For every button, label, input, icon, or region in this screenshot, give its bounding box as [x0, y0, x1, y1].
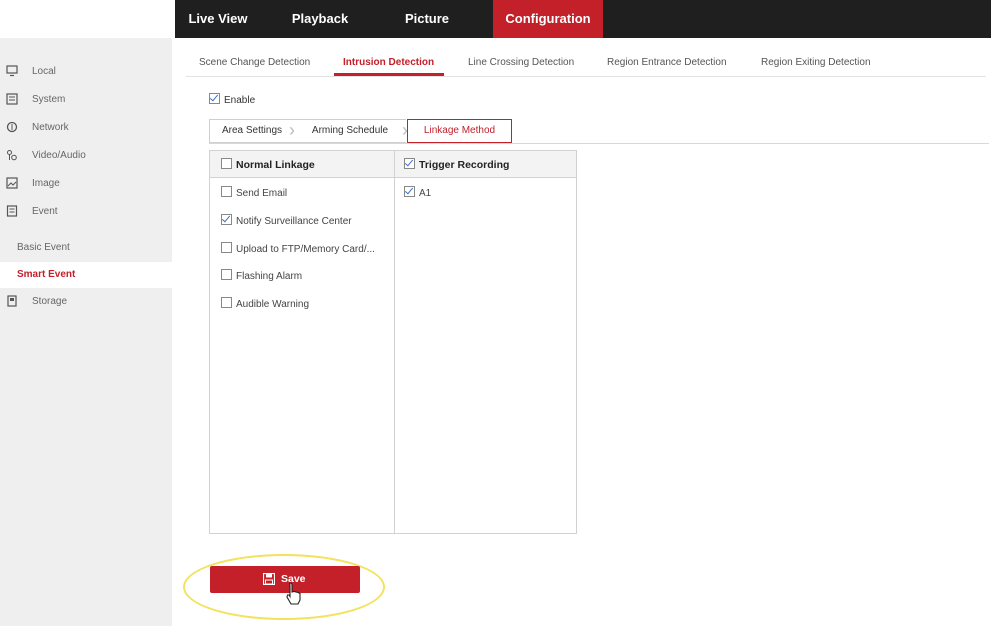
- tab-configuration[interactable]: Configuration: [493, 0, 603, 38]
- sidebar-item-storage[interactable]: Storage: [0, 289, 172, 315]
- upload-ftp-checkbox[interactable]: [221, 242, 232, 253]
- a1-checkbox[interactable]: [404, 186, 415, 197]
- sidebar-item-video-audio[interactable]: Video/Audio: [0, 143, 172, 169]
- enable-label: Enable: [224, 95, 256, 106]
- config-steps: Area Settings › Arming Schedule › Linkag…: [209, 118, 989, 144]
- top-nav-bar: Live View Playback Picture Configuration: [0, 0, 991, 38]
- audible-warning-checkbox[interactable]: [221, 297, 232, 308]
- sidebar-item-image[interactable]: Image: [0, 171, 172, 197]
- step-area-settings[interactable]: Area Settings: [209, 119, 294, 143]
- monitor-icon: [6, 65, 18, 77]
- top-nav-menu: Live View Playback Picture Configuration: [175, 0, 991, 38]
- subtab-intrusion-detection[interactable]: Intrusion Detection: [343, 57, 434, 68]
- sidebar-item-event[interactable]: Event: [0, 199, 172, 225]
- sidebar-item-label: Storage: [32, 296, 68, 307]
- linkage-upload-ftp[interactable]: Upload to FTP/Memory Card/...: [221, 242, 375, 255]
- tab-live-view[interactable]: Live View: [175, 0, 261, 38]
- linkage-item-label: Send Email: [236, 188, 288, 199]
- normal-linkage-checkbox[interactable]: [221, 158, 232, 169]
- event-icon: [6, 205, 18, 217]
- linkage-send-email[interactable]: Send Email: [221, 186, 287, 199]
- linkage-audible-warning[interactable]: Audible Warning: [221, 297, 309, 310]
- sidebar-item-basic-event[interactable]: Basic Event: [0, 235, 172, 261]
- normal-linkage-header[interactable]: Normal Linkage: [221, 158, 315, 171]
- linkage-item-label: Notify Surveillance Center: [236, 216, 352, 227]
- linkage-item-label: Audible Warning: [236, 299, 310, 310]
- sidebar-item-label: System: [32, 94, 66, 105]
- linkage-item-label: Flashing Alarm: [236, 271, 303, 282]
- sidebar-item-label: Image: [32, 178, 60, 189]
- linkage-item-label: Upload to FTP/Memory Card/...: [236, 244, 375, 255]
- trigger-recording-checkbox[interactable]: [404, 158, 415, 169]
- floppy-disk-icon: [263, 573, 275, 585]
- active-subtab-indicator: [334, 73, 444, 76]
- normal-linkage-title: Normal Linkage: [236, 159, 315, 171]
- sidebar-item-smart-event[interactable]: Smart Event: [0, 262, 172, 288]
- sidebar: Local System Network Video/Audio Image E…: [0, 38, 172, 626]
- trigger-item-label: A1: [419, 188, 432, 199]
- enable-checkbox[interactable]: [209, 93, 220, 104]
- linkage-panel: Normal Linkage Trigger Recording Send Em…: [209, 150, 577, 534]
- trigger-recording-header[interactable]: Trigger Recording: [404, 158, 509, 171]
- sidebar-item-label: Network: [32, 122, 69, 133]
- storage-icon: [7, 295, 17, 307]
- trigger-recording-title: Trigger Recording: [419, 159, 510, 171]
- subtab-region-entrance-detection[interactable]: Region Entrance Detection: [607, 57, 727, 68]
- flashing-alarm-checkbox[interactable]: [221, 269, 232, 280]
- sidebar-item-label: Video/Audio: [32, 150, 86, 161]
- linkage-flashing-alarm[interactable]: Flashing Alarm: [221, 269, 302, 282]
- sidebar-item-label: Smart Event: [17, 269, 76, 280]
- hand-pointer-icon: [286, 582, 301, 605]
- subtab-line-crossing-detection[interactable]: Line Crossing Detection: [468, 57, 574, 68]
- sidebar-item-network[interactable]: Network: [0, 115, 172, 141]
- notify-surveillance-checkbox[interactable]: [221, 214, 232, 225]
- tab-playback[interactable]: Playback: [275, 0, 365, 38]
- column-divider: [394, 151, 395, 533]
- enable-checkbox-row[interactable]: Enable: [209, 93, 255, 106]
- linkage-notify-surveillance-center[interactable]: Notify Surveillance Center: [221, 214, 352, 227]
- sidebar-item-system[interactable]: System: [0, 87, 172, 113]
- trigger-recording-a1[interactable]: A1: [404, 186, 431, 199]
- sidebar-item-label: Local: [32, 66, 56, 77]
- network-icon: [6, 121, 18, 133]
- step-arming-schedule[interactable]: Arming Schedule: [294, 119, 406, 143]
- subtab-scene-change-detection[interactable]: Scene Change Detection: [199, 57, 310, 68]
- video-audio-icon: [7, 150, 17, 161]
- subtab-region-exiting-detection[interactable]: Region Exiting Detection: [761, 57, 871, 68]
- system-icon: [6, 93, 18, 105]
- sidebar-item-label: Event: [32, 206, 58, 217]
- image-icon: [6, 177, 18, 189]
- sidebar-item-label: Basic Event: [17, 242, 70, 253]
- tab-picture[interactable]: Picture: [388, 0, 466, 38]
- send-email-checkbox[interactable]: [221, 186, 232, 197]
- detection-subtabs: Scene Change Detection Intrusion Detecti…: [186, 52, 986, 77]
- step-linkage-method[interactable]: Linkage Method: [407, 119, 512, 143]
- sidebar-item-local[interactable]: Local: [0, 59, 172, 85]
